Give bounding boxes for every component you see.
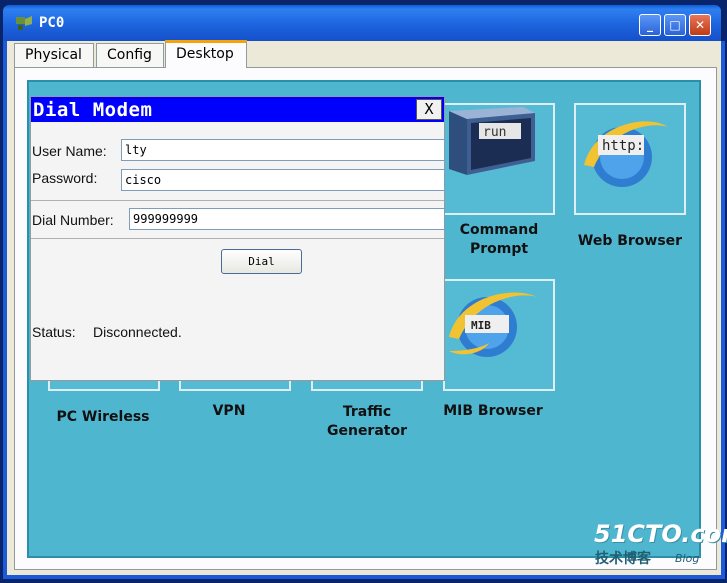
watermark-subtitle: 技术博客: [595, 551, 651, 567]
label-line: Command: [459, 222, 539, 238]
tab-config[interactable]: Config: [96, 43, 164, 67]
app-label-web-browser: Web Browser: [577, 233, 683, 249]
user-name-label: User Name:: [32, 143, 107, 159]
pc-app-icon: [16, 16, 32, 30]
app-label-pc-wireless: PC Wireless: [56, 409, 150, 425]
app-mib-browser[interactable]: MIB: [443, 279, 555, 391]
maximize-button[interactable]: □: [664, 14, 686, 36]
title-bar[interactable]: PC0 _ □ ✕: [3, 5, 721, 41]
minimize-button[interactable]: _: [639, 14, 661, 36]
user-name-input[interactable]: lty: [121, 139, 445, 161]
dialog-title: Dial Modem: [33, 99, 153, 121]
command-prompt-icon: run: [449, 107, 535, 175]
frame-right: [721, 41, 725, 578]
tab-label: Desktop: [176, 46, 234, 62]
close-button[interactable]: ✕: [689, 14, 711, 36]
app-label-vpn: VPN: [212, 403, 246, 419]
password-input[interactable]: cisco: [121, 169, 445, 191]
dialog-close-button[interactable]: X: [416, 99, 442, 120]
watermark-site: 51CTO.com: [594, 520, 727, 548]
frame-bottom: [3, 575, 725, 579]
app-web-browser[interactable]: http:: [574, 103, 686, 215]
dialog-title-bar[interactable]: Dial Modem X: [31, 97, 444, 122]
run-badge: run: [483, 125, 506, 140]
app-window: PC0 _ □ ✕ Physical Config Desktop run ht…: [0, 0, 727, 583]
label-line: Traffic: [342, 404, 392, 420]
close-icon: X: [424, 100, 434, 118]
web-browser-icon: http:: [584, 121, 668, 187]
dial-modem-dialog: Dial Modem X User Name: lty Password: ci…: [30, 96, 445, 381]
dial-number-label: Dial Number:: [32, 212, 114, 228]
app-command-prompt[interactable]: run: [443, 103, 555, 215]
status-value: Disconnected.: [93, 324, 182, 340]
http-badge: http:: [602, 138, 644, 154]
label-line: Generator: [326, 423, 407, 439]
tab-label: Config: [107, 47, 152, 63]
watermark-blog: Blog: [675, 552, 700, 565]
app-label-command-prompt: Command Prompt: [443, 221, 555, 259]
tab-physical[interactable]: Physical: [14, 43, 94, 67]
dial-number-input[interactable]: 999999999: [129, 208, 445, 230]
separator: [31, 238, 444, 239]
label-line: Prompt: [469, 241, 529, 257]
window-title: PC0: [39, 15, 65, 31]
mib-browser-icon: MIB: [449, 292, 537, 357]
mib-badge: MIB: [471, 319, 491, 332]
tab-desktop[interactable]: Desktop: [165, 40, 247, 68]
minimize-icon: _: [647, 18, 653, 32]
separator: [31, 200, 444, 201]
app-label-mib-browser: MIB Browser: [443, 403, 543, 419]
app-label-traffic-generator: Traffic Generator: [311, 403, 423, 441]
password-label: Password:: [32, 170, 98, 186]
dial-button[interactable]: Dial: [221, 249, 302, 274]
status-label: Status:: [32, 324, 76, 340]
maximize-icon: □: [669, 18, 681, 32]
tab-label: Physical: [25, 47, 82, 63]
close-icon: ✕: [694, 18, 706, 32]
